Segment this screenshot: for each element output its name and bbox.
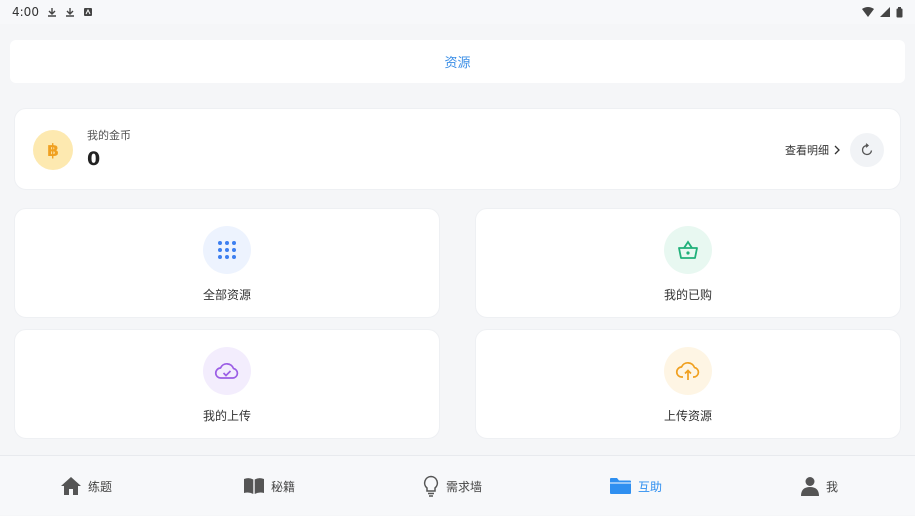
tile-label: 我的已购 <box>663 288 712 302</box>
basket-icon <box>664 226 712 274</box>
chevron-right-icon <box>834 145 840 155</box>
svg-text:฿: ฿ <box>47 141 59 160</box>
status-bar: 4:00 <box>0 0 915 24</box>
grid-icon <box>203 226 251 274</box>
tab-mutual-help[interactable]: 互助 <box>609 456 662 516</box>
download-icon <box>47 8 56 17</box>
tab-label: 需求墙 <box>446 479 483 494</box>
status-time: 4:00 <box>12 5 39 19</box>
tab-guides[interactable]: 秘籍 <box>243 456 295 516</box>
folder-icon <box>610 478 631 494</box>
tab-label: 练题 <box>88 479 113 494</box>
all-resources-tile[interactable]: 全部资源 <box>14 208 440 318</box>
bitcoin-icon: ฿ <box>33 130 73 170</box>
view-details-label: 查看明细 <box>785 144 829 157</box>
tab-label: 我 <box>826 479 839 494</box>
tab-label: 互助 <box>638 479 663 494</box>
coin-balance-card: ฿ 我的金币 0 查看明细 <box>14 108 901 190</box>
book-icon <box>244 478 264 494</box>
user-icon <box>801 477 819 496</box>
refresh-button[interactable] <box>850 133 884 167</box>
page-title: 资源 <box>444 56 471 71</box>
download-icon <box>65 8 74 17</box>
my-uploads-tile[interactable]: 我的上传 <box>14 329 440 439</box>
coin-label: 我的金币 <box>87 129 131 142</box>
wifi-icon <box>862 7 874 17</box>
tab-practice[interactable]: 练题 <box>60 456 112 516</box>
cloud-upload-icon <box>664 347 712 395</box>
page-header: 资源 <box>10 40 905 83</box>
bulb-icon <box>423 475 439 497</box>
bottom-tab-bar: 练题 秘籍 需求墙 互助 我 <box>0 455 915 515</box>
tile-label: 上传资源 <box>663 409 712 423</box>
upload-resource-tile[interactable]: 上传资源 <box>475 329 901 439</box>
signal-icon <box>880 7 890 17</box>
tab-label: 秘籍 <box>271 479 296 494</box>
tab-demand-wall[interactable]: 需求墙 <box>422 456 482 516</box>
tab-me[interactable]: 我 <box>800 456 838 516</box>
app-notification-icon <box>83 8 92 16</box>
battery-icon <box>896 6 903 17</box>
view-details-link[interactable]: 查看明细 <box>785 142 841 158</box>
tile-label: 全部资源 <box>202 288 251 302</box>
my-purchases-tile[interactable]: 我的已购 <box>475 208 901 318</box>
coin-value: 0 <box>87 148 101 170</box>
home-icon <box>61 477 81 495</box>
tile-label: 我的上传 <box>202 409 251 423</box>
cloud-check-icon <box>203 347 251 395</box>
refresh-icon <box>861 143 873 156</box>
